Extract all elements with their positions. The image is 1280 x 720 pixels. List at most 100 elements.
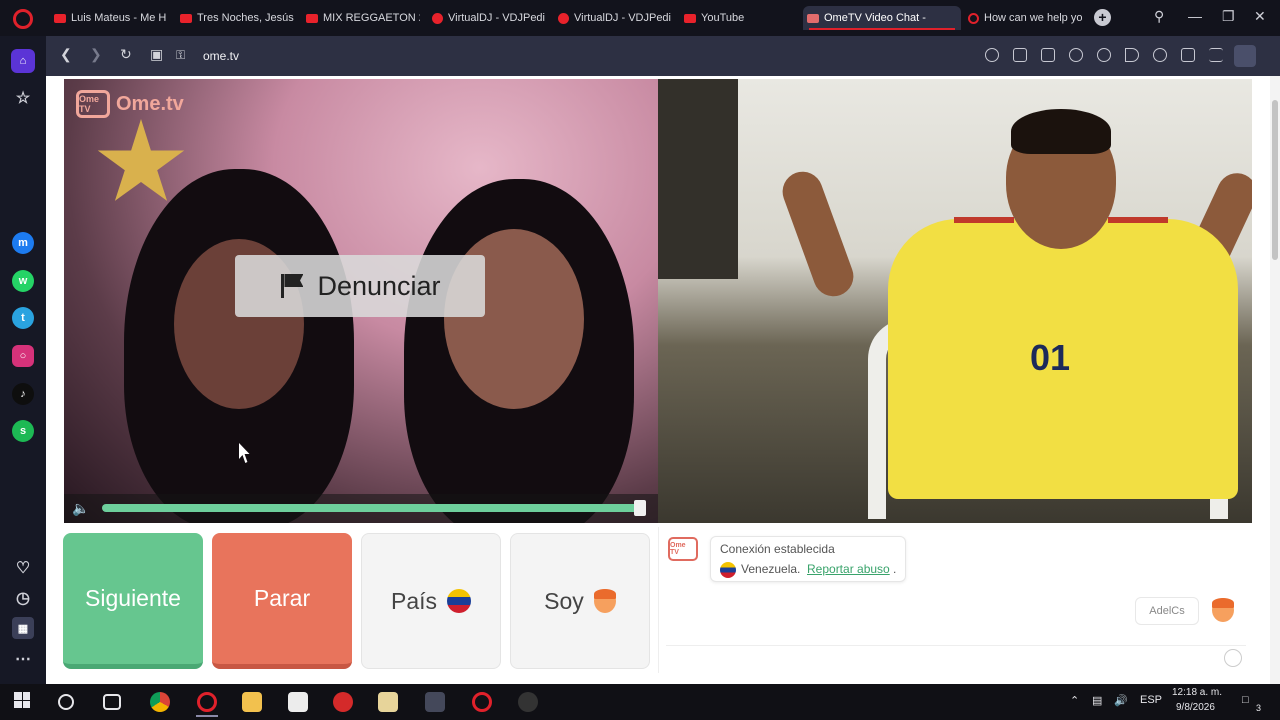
volume-slider[interactable] (102, 504, 642, 512)
windows-taskbar (0, 684, 1280, 720)
tray-chevron-icon[interactable]: ⌃ (1070, 694, 1079, 707)
close-icon[interactable]: ✕ (1254, 8, 1266, 25)
more-dots-icon[interactable]: ⋯ (12, 648, 34, 670)
clock-date[interactable]: 9/8/2026 (1176, 702, 1215, 713)
notifications-icon[interactable]: □ (1242, 694, 1249, 706)
vpn-icon[interactable] (1097, 48, 1111, 62)
tiktok-icon[interactable]: ♪ (12, 383, 34, 405)
tab-label: How can we help yo (984, 12, 1082, 24)
opera-gx-icon[interactable] (472, 692, 492, 712)
tab-search-icon[interactable]: ⚲ (1154, 8, 1164, 25)
gender-button[interactable]: Soy (510, 533, 650, 669)
volume-icon[interactable]: 🔊 (1114, 694, 1128, 707)
ometv-icon (807, 13, 819, 23)
stop-button[interactable]: Parar (212, 533, 352, 669)
youtube-icon (306, 13, 318, 23)
instagram-icon[interactable]: ○ (12, 345, 34, 367)
menu-icon[interactable] (1209, 48, 1223, 62)
tab-label: OmeTV Video Chat - (824, 12, 926, 24)
app-icon[interactable] (425, 692, 445, 712)
whatsapp-icon[interactable]: w (12, 270, 34, 292)
volume-slider-thumb[interactable] (634, 500, 646, 516)
camera-icon[interactable]: ▣ (150, 46, 163, 63)
vdj-icon (558, 12, 569, 24)
opera-icon[interactable] (196, 692, 218, 717)
tab-1[interactable]: Luis Mateus - Me H (50, 6, 172, 30)
tab-8[interactable]: How can we help yo (964, 6, 1086, 30)
jersey-stripe (954, 217, 1014, 223)
windows-start-icon[interactable] (14, 692, 30, 708)
tab-2[interactable]: Tres Noches, Jesús (176, 6, 298, 30)
snapshot-icon[interactable] (1041, 48, 1055, 62)
tab-5[interactable]: VirtualDJ - VDJPedi (554, 6, 676, 30)
capcut-icon[interactable] (288, 692, 308, 712)
tab-label: VirtualDJ - VDJPedi (574, 12, 671, 24)
gender-button-label: Soy (544, 587, 584, 614)
messenger-icon[interactable]: m (12, 232, 34, 254)
tab-label: Tres Noches, Jesús (197, 12, 294, 24)
url-field[interactable]: ome.tv (203, 49, 239, 63)
stop-button-label: Parar (253, 585, 311, 611)
history-clock-icon[interactable]: ◷ (12, 587, 34, 609)
country-button[interactable]: País (361, 533, 501, 669)
edit-icon[interactable] (1013, 48, 1027, 62)
search-icon[interactable] (58, 694, 74, 710)
opera-icon (968, 12, 979, 24)
extensions-icon[interactable]: ▦ (12, 617, 34, 639)
zoom-icon[interactable] (985, 48, 999, 62)
reload-icon[interactable]: ↻ (120, 46, 132, 63)
download-icon[interactable] (1181, 48, 1195, 62)
network-icon[interactable]: ▤ (1092, 694, 1102, 707)
boy-avatar-icon (593, 589, 616, 613)
restore-icon[interactable]: ❐ (1222, 8, 1235, 25)
telegram-icon[interactable]: t (12, 307, 34, 329)
profile-avatar[interactable] (1234, 45, 1256, 67)
tab-ometv-active[interactable]: OmeTV Video Chat - (803, 6, 961, 30)
left-arm (776, 166, 860, 302)
bookmarks-star-icon[interactable]: ☆ (12, 87, 34, 109)
player-icon[interactable] (1125, 48, 1139, 62)
minimize-icon[interactable]: — (1188, 8, 1202, 24)
report-button[interactable]: Denunciar (235, 255, 485, 317)
speaker-icon[interactable]: 🔈 (72, 500, 89, 517)
country-button-label: País (390, 587, 438, 614)
tab-3[interactable]: MIX REGGAETON 2 (302, 6, 424, 30)
watermark-text: Ome.tv (116, 92, 184, 115)
scrollbar-thumb[interactable] (1272, 100, 1278, 260)
media-player-icon[interactable] (378, 692, 398, 712)
opera-menu-icon[interactable] (13, 9, 33, 29)
new-tab-plus-icon[interactable]: + (1094, 9, 1111, 26)
heart-icon[interactable] (1153, 48, 1167, 62)
next-button[interactable]: Siguiente (63, 533, 203, 669)
chrome-icon[interactable] (150, 692, 170, 712)
vdj-icon (432, 12, 443, 24)
recorder-icon[interactable] (333, 692, 353, 712)
virtualdj-icon[interactable] (518, 692, 538, 712)
tab-4[interactable]: VirtualDJ - VDJPedi (428, 6, 550, 30)
back-icon[interactable]: ❮ (60, 46, 72, 63)
heart-icon[interactable]: ♡ (12, 557, 34, 579)
task-view-icon[interactable] (103, 694, 121, 710)
adblock-icon[interactable] (1069, 48, 1083, 62)
youtube-icon (684, 13, 696, 23)
connection-established-text: Conexión establecida (720, 542, 835, 556)
venezuela-flag-icon (720, 562, 736, 578)
ometv-watermark: Ome TV Ome.tv (76, 90, 184, 118)
stranger-country: Venezuela. (741, 562, 801, 576)
tab-6[interactable]: YouTube (680, 6, 780, 30)
tab-label: VirtualDJ - VDJPedi (448, 12, 545, 24)
forward-icon[interactable]: ❯ (90, 46, 102, 63)
report-abuse-link[interactable]: Reportar abuso (807, 562, 890, 576)
emoji-icon[interactable] (1224, 649, 1242, 667)
tab-bar: Luis Mateus - Me H Tres Noches, Jesús MI… (0, 0, 1280, 36)
language-indicator[interactable]: ESP (1140, 694, 1162, 706)
balloon-star-decoration (97, 119, 185, 201)
home-icon[interactable]: ⌂ (11, 49, 35, 73)
report-button-label: Denunciar (317, 270, 441, 301)
jersey-stripe (1108, 217, 1168, 223)
chat-input[interactable] (666, 645, 1246, 673)
hair (1011, 109, 1111, 154)
file-explorer-icon[interactable] (242, 692, 262, 712)
clock-time[interactable]: 12:18 a. m. (1172, 687, 1222, 698)
spotify-icon[interactable]: s (12, 420, 34, 442)
